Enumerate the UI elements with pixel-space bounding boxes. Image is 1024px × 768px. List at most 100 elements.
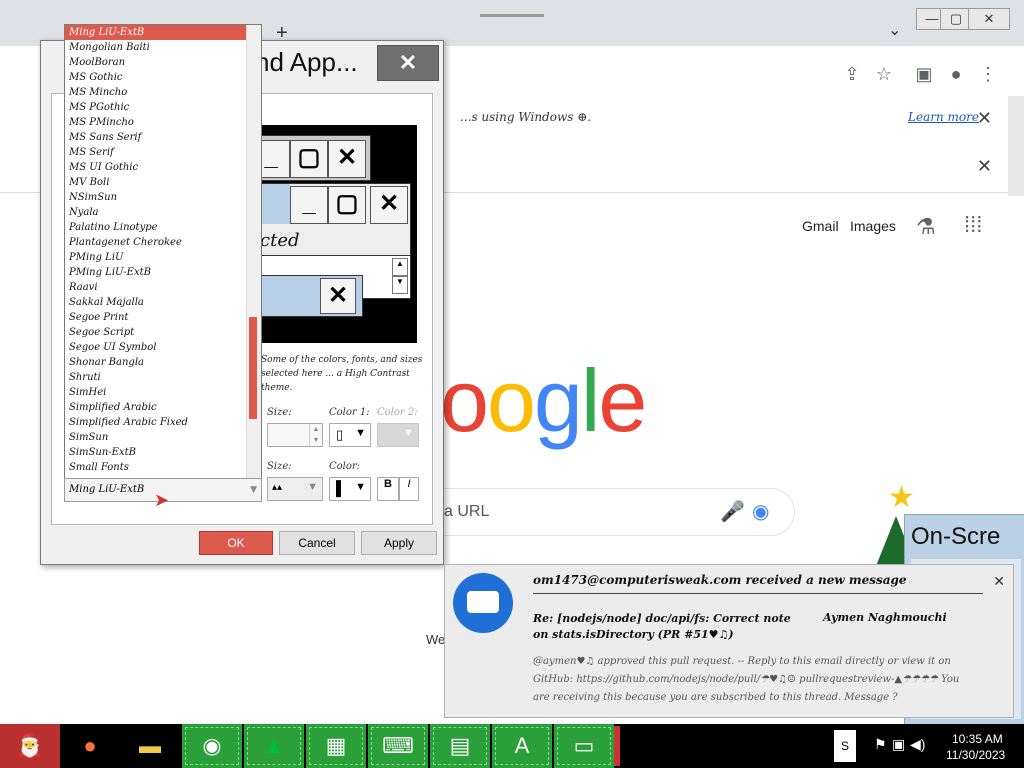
chevron-down-icon: ▼: [403, 427, 414, 439]
font-list-item[interactable]: Segoe UI Symbol: [65, 340, 261, 355]
font-list-item[interactable]: PMing LiU: [65, 250, 261, 265]
osk-title: On-Scre: [911, 523, 1001, 550]
font-list-item[interactable]: Mongolian Baiti: [65, 40, 261, 55]
drag-handle[interactable]: [480, 14, 544, 17]
font-list-item[interactable]: MS Serif: [65, 145, 261, 160]
font-list-item[interactable]: Segoe Script: [65, 325, 261, 340]
font-list-item[interactable]: Ming LiU-ExtB: [65, 25, 261, 40]
font-list-item[interactable]: Simplified Arabic Fixed: [65, 415, 261, 430]
clock-date[interactable]: 11/30/2023: [946, 748, 1005, 762]
voice-search-icon[interactable]: 🎤: [720, 499, 745, 524]
volume-icon[interactable]: ◀): [910, 736, 925, 753]
font-list-item[interactable]: Simplified Arabic: [65, 400, 261, 415]
clock-time[interactable]: 10:35 AM: [952, 732, 1003, 746]
side-panel-icon[interactable]: ▣: [912, 62, 936, 86]
font-list-item[interactable]: NSimSun: [65, 190, 261, 205]
tab-list-button[interactable]: ⌄: [888, 20, 901, 40]
show-desktop-button[interactable]: S: [834, 730, 856, 762]
font-list-item[interactable]: MS Mincho: [65, 85, 261, 100]
font-list-item[interactable]: Small Fonts: [65, 460, 261, 475]
font-list-item[interactable]: SimSun-ExtB: [65, 445, 261, 460]
font-list-item[interactable]: MS Sans Serif: [65, 130, 261, 145]
font-size-label: Size:: [267, 461, 292, 472]
font-list-item[interactable]: Sakkal Majalla: [65, 295, 261, 310]
bold-button[interactable]: B: [377, 477, 399, 501]
learn-more-link[interactable]: Learn more: [908, 110, 979, 124]
dialog-close-button[interactable]: ✕: [377, 45, 439, 81]
font-color-dropdown[interactable]: ▌ ▼: [329, 477, 371, 501]
font-list-scrollbar[interactable]: [246, 25, 261, 479]
file-explorer-icon[interactable]: ▬: [120, 724, 180, 768]
color1-dropdown[interactable]: ▯ ▼: [329, 423, 371, 447]
network-error-icon[interactable]: ⚑: [874, 736, 887, 753]
font-list-item[interactable]: MoolBoran: [65, 55, 261, 70]
scrollbar[interactable]: [1008, 96, 1024, 196]
tray-icon[interactable]: ▣: [892, 736, 905, 753]
font-items: Ming LiU-ExtB Mongolian Baiti MoolBoran MS …: [65, 25, 261, 475]
font-dropdown-list[interactable]: Ming LiU-ExtB Mongolian Baiti MoolBoran MS …: [64, 24, 262, 480]
thunderbird-notification[interactable]: om1473@computerisweak.com received a new…: [444, 564, 1014, 718]
images-link[interactable]: Images: [850, 218, 896, 234]
infobar-close-icon[interactable]: ✕: [977, 108, 992, 129]
control-panel-icon[interactable]: ▤: [430, 724, 490, 768]
font-list-item[interactable]: Segoe Print: [65, 310, 261, 325]
font-list-item[interactable]: MV Boli: [65, 175, 261, 190]
font-list-item[interactable]: MS PMincho: [65, 115, 261, 130]
start-santa-icon[interactable]: 🎅: [0, 724, 60, 768]
font-list-item[interactable]: SimHei: [65, 385, 261, 400]
infobar2-close-icon[interactable]: ✕: [977, 156, 992, 177]
notification-body: @aymen♥♫ approved this pull request. -- …: [533, 656, 960, 703]
chrome-icon[interactable]: ◉: [182, 724, 242, 768]
font-list-item[interactable]: Shonar Bangla: [65, 355, 261, 370]
font-list-item[interactable]: MS UI Gothic: [65, 160, 261, 175]
taskbar-separator: [614, 726, 620, 766]
font-list-item[interactable]: MS Gothic: [65, 70, 261, 85]
tree-app-icon[interactable]: ▲: [244, 724, 304, 768]
mouse-cursor-icon: ➤: [154, 490, 170, 510]
spinner-arrows-icon[interactable]: ▲ ▼: [309, 424, 322, 446]
search-input[interactable]: a URL 🎤 ◉: [430, 488, 795, 536]
cancel-button[interactable]: Cancel: [279, 531, 355, 555]
font-list-item[interactable]: PMing LiU-ExtB: [65, 265, 261, 280]
font-list-item[interactable]: SimSun: [65, 430, 261, 445]
font-size-dropdown[interactable]: ▴▴ ▼: [267, 477, 323, 501]
chevron-down-icon: ▼: [355, 427, 366, 439]
font-list-item[interactable]: Shruti: [65, 370, 261, 385]
font-color-label: Color:: [329, 461, 361, 472]
preview-close3-icon: ✕: [320, 278, 356, 314]
menu-kebab-icon[interactable]: ⋮: [976, 62, 1000, 86]
google-logo: oogle: [440, 351, 647, 450]
photo-viewer-icon[interactable]: ▦: [306, 724, 366, 768]
preview-maximize2-icon: ▢: [328, 186, 366, 224]
preview-maximize-icon: ▢: [290, 140, 328, 178]
size-spinner[interactable]: ▲ ▼: [267, 423, 323, 447]
share-icon[interactable]: ⇪: [840, 62, 864, 86]
keyboard-app-icon[interactable]: ⌨: [368, 724, 428, 768]
chevron-down-icon: ▼: [307, 481, 318, 493]
font-list-item[interactable]: Nyala: [65, 205, 261, 220]
apply-button[interactable]: Apply: [361, 531, 437, 555]
italic-button[interactable]: I: [399, 477, 419, 501]
dialog-title: nd App...: [255, 47, 358, 77]
notification-title: om1473@computerisweak.com received a new…: [533, 573, 983, 594]
font-list-scroll-thumb[interactable]: [249, 317, 257, 419]
font-list-item[interactable]: Raavi: [65, 280, 261, 295]
apps-grid-icon[interactable]: ⁞⁞⁞: [964, 212, 982, 238]
infobar-text: ...s using Windows ⊕.: [460, 110, 592, 124]
gmail-link[interactable]: Gmail: [802, 218, 839, 234]
preview-selected-label: cted: [260, 230, 300, 251]
font-list-item[interactable]: Palatino Linotype: [65, 220, 261, 235]
profile-avatar-icon[interactable]: ●: [944, 62, 968, 86]
labs-flask-icon[interactable]: ⚗: [916, 214, 936, 240]
firefox-icon[interactable]: ●: [60, 724, 120, 768]
bookmark-star-icon[interactable]: ☆: [872, 62, 896, 86]
close-button[interactable]: ✕: [968, 8, 1010, 30]
display-settings-icon[interactable]: ▭: [554, 724, 614, 768]
font-list-item[interactable]: Plantagenet Cherokee: [65, 235, 261, 250]
font-list-item[interactable]: MS PGothic: [65, 100, 261, 115]
notification-close-icon[interactable]: ✕: [993, 573, 1005, 590]
ok-button[interactable]: OK: [199, 531, 273, 555]
color2-dropdown[interactable]: ▼: [377, 423, 419, 447]
image-search-icon[interactable]: ◉: [752, 499, 769, 524]
font-app-icon[interactable]: A: [492, 724, 552, 768]
